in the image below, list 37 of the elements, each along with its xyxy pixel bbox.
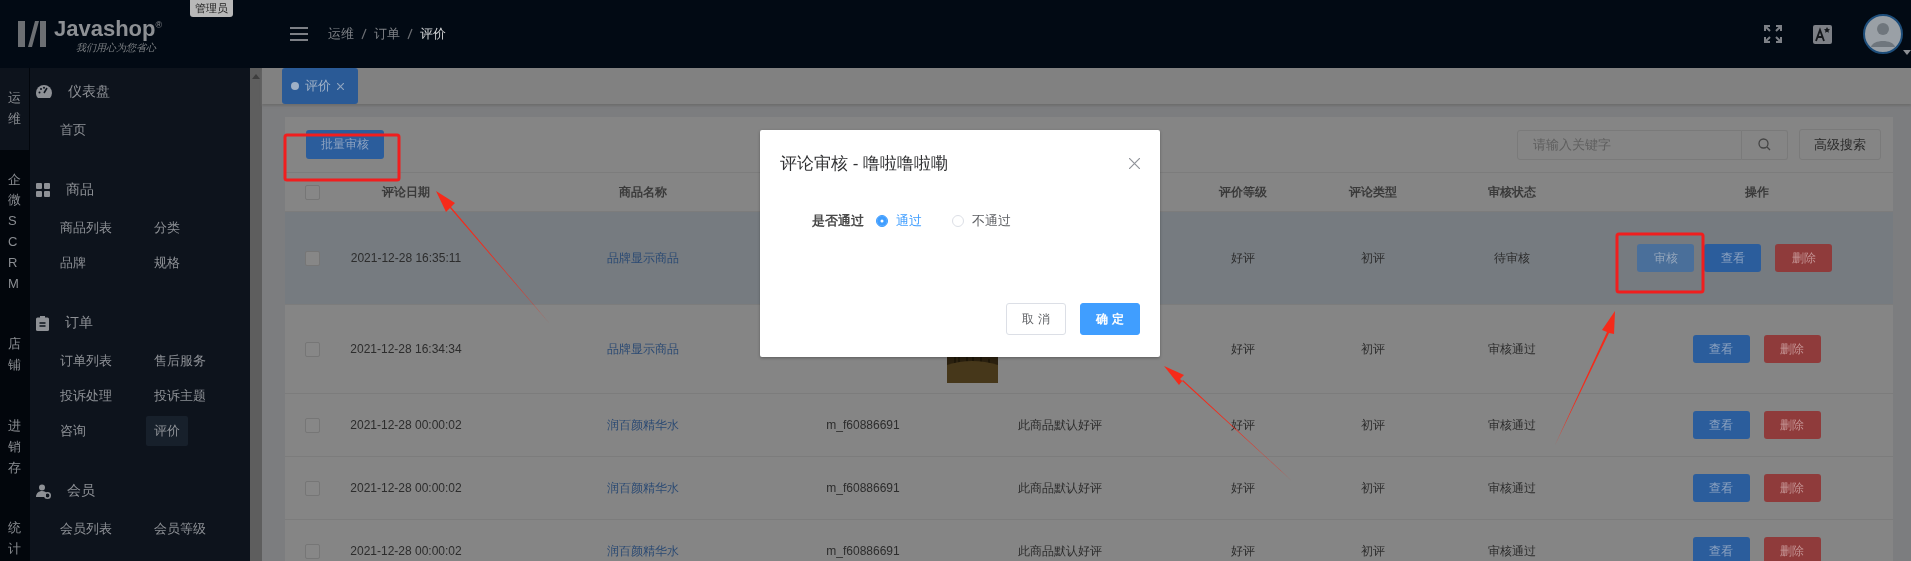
table-cell: 2021-12-28 16:34:34: [350, 342, 462, 356]
table-cell: 审核通过: [1488, 340, 1536, 358]
table-cell: 初评: [1361, 340, 1385, 358]
table-cell: 初评: [1361, 416, 1385, 434]
column-header: 评论类型: [1349, 183, 1397, 201]
column-header: 审核状态: [1488, 183, 1536, 201]
table-cell: 好评: [1231, 416, 1255, 434]
table-cell: m_f60886691: [826, 544, 900, 558]
table-cell: m_f60886691: [826, 481, 900, 495]
logo-text: Javashop$^{®}$: [54, 15, 163, 42]
role-badge: 管理员: [190, 0, 233, 17]
dialog-title: 评论审核 - 噜啦噜啦嘞: [780, 153, 949, 175]
column-header: 评价等级: [1219, 183, 1267, 201]
table-cell: 待审核: [1494, 249, 1530, 267]
logo-slogan: 我们用心为您省心: [76, 42, 158, 56]
column-header: 评论日期: [382, 183, 430, 201]
table-cell: 审核通过: [1488, 542, 1536, 560]
table-cell: 2021-12-28 00:00:02: [350, 481, 462, 495]
table-cell: 审核通过: [1488, 416, 1536, 434]
field-label: 是否通过: [812, 212, 864, 230]
table-cell: 初评: [1361, 542, 1385, 560]
column-header: 商品名称: [619, 183, 667, 201]
table-cell: 初评: [1361, 479, 1385, 497]
column-header: 操作: [1744, 183, 1769, 201]
table-cell: 好评: [1231, 340, 1255, 358]
table-cell: 2021-12-28 00:00:02: [350, 544, 462, 558]
table-cell: 此商品默认好评: [1018, 416, 1102, 434]
table-cell: 此商品默认好评: [1018, 542, 1102, 560]
table-cell: 审核通过: [1488, 479, 1536, 497]
table-cell: 初评: [1361, 249, 1385, 267]
table-cell: 2021-12-28 16:35:11: [350, 251, 462, 265]
table-cell: 好评: [1231, 542, 1255, 560]
table-cell: 此商品默认好评: [1018, 479, 1102, 497]
table-cell: 好评: [1231, 249, 1255, 267]
table-cell: 好评: [1231, 479, 1255, 497]
table-cell: 2021-12-28 00:00:02: [350, 418, 462, 432]
table-cell: m_f60886691: [826, 418, 900, 432]
